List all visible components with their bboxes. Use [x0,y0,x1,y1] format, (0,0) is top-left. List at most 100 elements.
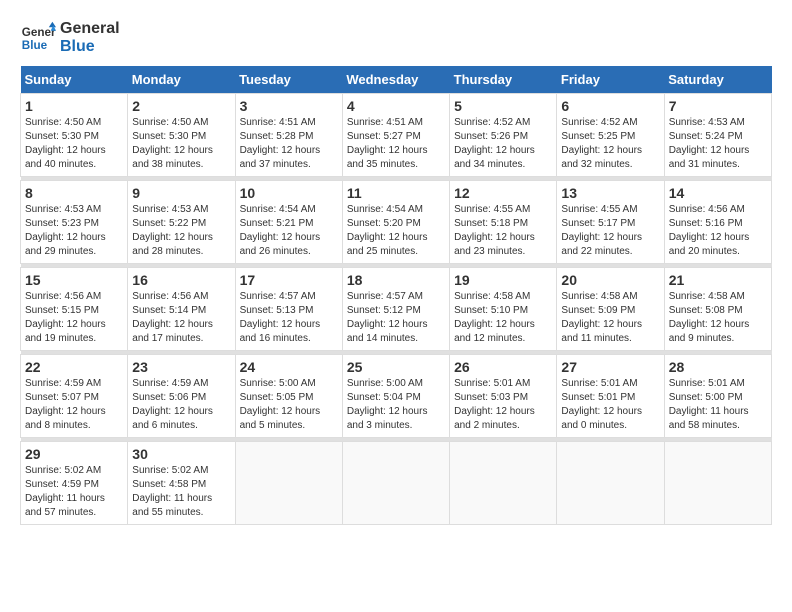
sunrise-label: Sunrise: 4:58 AM [454,291,530,302]
day-number: 18 [347,272,445,288]
day-info: Sunrise: 5:02 AM Sunset: 4:59 PM Dayligh… [25,464,123,520]
calendar-cell: 30 Sunrise: 5:02 AM Sunset: 4:58 PM Dayl… [128,442,235,525]
day-number: 26 [454,359,552,375]
sunset-label: Sunset: 5:24 PM [669,131,743,142]
day-number: 23 [132,359,230,375]
day-number: 19 [454,272,552,288]
logo-icon: General Blue [20,20,56,56]
sunrise-label: Sunrise: 4:52 AM [561,117,637,128]
sunrise-label: Sunrise: 5:00 AM [240,378,316,389]
calendar-week-2: 15 Sunrise: 4:56 AM Sunset: 5:15 PM Dayl… [21,268,772,351]
sunrise-label: Sunrise: 4:53 AM [25,204,101,215]
calendar-cell: 22 Sunrise: 4:59 AM Sunset: 5:07 PM Dayl… [21,355,128,438]
daylight-label: Daylight: 11 hours and 55 minutes. [132,493,212,518]
header-friday: Friday [557,66,664,94]
daylight-label: Daylight: 11 hours and 57 minutes. [25,493,105,518]
day-info: Sunrise: 5:00 AM Sunset: 5:04 PM Dayligh… [347,377,445,433]
sunrise-label: Sunrise: 4:50 AM [132,117,208,128]
logo: General Blue General Blue [20,20,120,56]
day-info: Sunrise: 5:01 AM Sunset: 5:01 PM Dayligh… [561,377,659,433]
daylight-label: Daylight: 12 hours and 40 minutes. [25,145,106,170]
calendar-cell [342,442,449,525]
day-info: Sunrise: 4:54 AM Sunset: 5:21 PM Dayligh… [240,203,338,259]
day-number: 20 [561,272,659,288]
sunset-label: Sunset: 5:30 PM [132,131,206,142]
calendar-table: Sunday Monday Tuesday Wednesday Thursday… [20,66,772,525]
day-info: Sunrise: 4:58 AM Sunset: 5:08 PM Dayligh… [669,290,767,346]
sunset-label: Sunset: 5:13 PM [240,305,314,316]
calendar-cell: 7 Sunrise: 4:53 AM Sunset: 5:24 PM Dayli… [664,94,771,177]
daylight-label: Daylight: 12 hours and 16 minutes. [240,319,321,344]
daylight-label: Daylight: 12 hours and 19 minutes. [25,319,106,344]
calendar-cell: 11 Sunrise: 4:54 AM Sunset: 5:20 PM Dayl… [342,181,449,264]
day-number: 4 [347,98,445,114]
day-number: 22 [25,359,123,375]
calendar-cell: 3 Sunrise: 4:51 AM Sunset: 5:28 PM Dayli… [235,94,342,177]
sunrise-label: Sunrise: 5:00 AM [347,378,423,389]
day-info: Sunrise: 4:56 AM Sunset: 5:16 PM Dayligh… [669,203,767,259]
calendar-cell: 4 Sunrise: 4:51 AM Sunset: 5:27 PM Dayli… [342,94,449,177]
daylight-label: Daylight: 12 hours and 29 minutes. [25,232,106,257]
day-number: 24 [240,359,338,375]
day-info: Sunrise: 4:51 AM Sunset: 5:28 PM Dayligh… [240,116,338,172]
sunset-label: Sunset: 5:25 PM [561,131,635,142]
sunset-label: Sunset: 4:58 PM [132,479,206,490]
daylight-label: Daylight: 12 hours and 20 minutes. [669,232,750,257]
day-number: 16 [132,272,230,288]
daylight-label: Daylight: 12 hours and 28 minutes. [132,232,213,257]
header-saturday: Saturday [664,66,771,94]
header-thursday: Thursday [450,66,557,94]
day-info: Sunrise: 4:58 AM Sunset: 5:09 PM Dayligh… [561,290,659,346]
calendar-cell: 1 Sunrise: 4:50 AM Sunset: 5:30 PM Dayli… [21,94,128,177]
calendar-cell: 12 Sunrise: 4:55 AM Sunset: 5:18 PM Dayl… [450,181,557,264]
sunset-label: Sunset: 5:17 PM [561,218,635,229]
daylight-label: Daylight: 12 hours and 5 minutes. [240,406,321,431]
day-number: 3 [240,98,338,114]
daylight-label: Daylight: 12 hours and 12 minutes. [454,319,535,344]
sunset-label: Sunset: 5:03 PM [454,392,528,403]
daylight-label: Daylight: 12 hours and 6 minutes. [132,406,213,431]
calendar-cell: 2 Sunrise: 4:50 AM Sunset: 5:30 PM Dayli… [128,94,235,177]
daylight-label: Daylight: 12 hours and 14 minutes. [347,319,428,344]
day-number: 11 [347,185,445,201]
calendar-cell: 6 Sunrise: 4:52 AM Sunset: 5:25 PM Dayli… [557,94,664,177]
calendar-cell [557,442,664,525]
calendar-cell: 19 Sunrise: 4:58 AM Sunset: 5:10 PM Dayl… [450,268,557,351]
day-number: 13 [561,185,659,201]
svg-text:General: General [22,26,56,39]
day-info: Sunrise: 4:59 AM Sunset: 5:06 PM Dayligh… [132,377,230,433]
calendar-cell: 10 Sunrise: 4:54 AM Sunset: 5:21 PM Dayl… [235,181,342,264]
sunset-label: Sunset: 5:04 PM [347,392,421,403]
day-info: Sunrise: 4:58 AM Sunset: 5:10 PM Dayligh… [454,290,552,346]
day-info: Sunrise: 4:51 AM Sunset: 5:27 PM Dayligh… [347,116,445,172]
sunrise-label: Sunrise: 5:02 AM [132,465,208,476]
day-info: Sunrise: 4:57 AM Sunset: 5:12 PM Dayligh… [347,290,445,346]
page-header: General Blue General Blue [20,20,772,56]
sunset-label: Sunset: 5:22 PM [132,218,206,229]
daylight-label: Daylight: 12 hours and 38 minutes. [132,145,213,170]
daylight-label: Daylight: 12 hours and 37 minutes. [240,145,321,170]
day-number: 27 [561,359,659,375]
day-info: Sunrise: 5:02 AM Sunset: 4:58 PM Dayligh… [132,464,230,520]
sunset-label: Sunset: 5:01 PM [561,392,635,403]
calendar-cell [664,442,771,525]
day-info: Sunrise: 4:55 AM Sunset: 5:18 PM Dayligh… [454,203,552,259]
sunset-label: Sunset: 5:27 PM [347,131,421,142]
calendar-cell: 15 Sunrise: 4:56 AM Sunset: 5:15 PM Dayl… [21,268,128,351]
daylight-label: Daylight: 12 hours and 3 minutes. [347,406,428,431]
calendar-cell: 21 Sunrise: 4:58 AM Sunset: 5:08 PM Dayl… [664,268,771,351]
sunrise-label: Sunrise: 4:51 AM [240,117,316,128]
header-tuesday: Tuesday [235,66,342,94]
calendar-cell [235,442,342,525]
day-number: 7 [669,98,767,114]
sunset-label: Sunset: 5:10 PM [454,305,528,316]
sunrise-label: Sunrise: 4:56 AM [669,204,745,215]
sunrise-label: Sunrise: 4:54 AM [347,204,423,215]
sunrise-label: Sunrise: 5:01 AM [454,378,530,389]
calendar-cell: 13 Sunrise: 4:55 AM Sunset: 5:17 PM Dayl… [557,181,664,264]
sunrise-label: Sunrise: 4:54 AM [240,204,316,215]
calendar-cell: 29 Sunrise: 5:02 AM Sunset: 4:59 PM Dayl… [21,442,128,525]
sunrise-label: Sunrise: 4:56 AM [132,291,208,302]
header-monday: Monday [128,66,235,94]
sunset-label: Sunset: 5:23 PM [25,218,99,229]
